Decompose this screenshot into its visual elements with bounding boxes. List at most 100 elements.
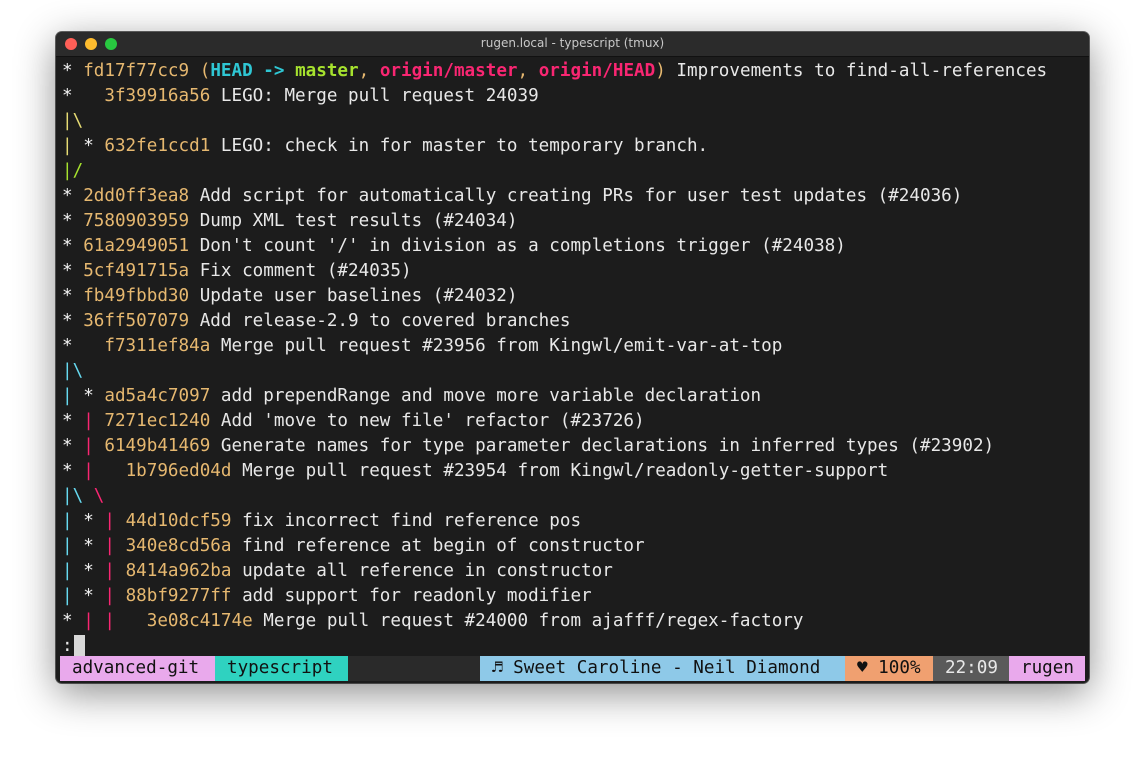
- log-line: | * | 8414a962ba update all reference in…: [62, 559, 1089, 584]
- graph-edge: |\: [62, 486, 94, 506]
- graph-node: *: [62, 286, 84, 306]
- graph-node: *: [62, 436, 84, 456]
- tmux-session-name[interactable]: advanced-git: [60, 656, 215, 681]
- commit-hash: 3f39916a56: [104, 86, 211, 106]
- commit-message: Add release-2.9 to covered branches: [189, 311, 571, 331]
- graph-edge: |\: [62, 111, 84, 131]
- commit-message: LEGO: check in for master to temporary b…: [210, 136, 709, 156]
- commit-message: add support for readonly modifier: [231, 586, 592, 606]
- commit-hash: 61a2949051: [83, 236, 190, 256]
- commit-hash: 1b796ed04d: [125, 461, 232, 481]
- graph-edge: |: [62, 586, 84, 606]
- log-line: * fd17f77cc9 (HEAD -> master, origin/mas…: [62, 59, 1089, 84]
- graph-node: *: [83, 586, 105, 606]
- log-line: * 3f39916a56 LEGO: Merge pull request 24…: [62, 84, 1089, 109]
- commit-hash: fd17f77cc9: [83, 61, 190, 81]
- commit-message: Fix comment (#24035): [189, 261, 412, 281]
- terminal-output[interactable]: * fd17f77cc9 (HEAD -> master, origin/mas…: [62, 59, 1089, 659]
- text-cursor: [73, 635, 85, 657]
- log-line: |/: [62, 159, 1089, 184]
- commit-hash: ad5a4c7097: [104, 386, 211, 406]
- title-bar[interactable]: rugen.local - typescript (tmux): [56, 32, 1089, 57]
- log-line: * | 1b796ed04d Merge pull request #23954…: [62, 459, 1089, 484]
- log-line: * fb49fbbd30 Update user baselines (#240…: [62, 284, 1089, 309]
- graph-node: *: [62, 261, 84, 281]
- log-line: | * | 44d10dcf59 fix incorrect find refe…: [62, 509, 1089, 534]
- log-line: | * | 88bf9277ff add support for readonl…: [62, 584, 1089, 609]
- log-line: |\: [62, 359, 1089, 384]
- log-line: |\: [62, 109, 1089, 134]
- ref-punctuation: (: [189, 61, 211, 81]
- log-line: * 61a2949051 Don't count '/' in division…: [62, 234, 1089, 259]
- graph-edge: |: [62, 536, 84, 556]
- graph-node: *: [62, 311, 84, 331]
- tmux-window-tab-typescript[interactable]: typescript: [215, 656, 348, 681]
- commit-hash: 7271ec1240: [104, 411, 211, 431]
- graph-edge: |: [62, 561, 84, 581]
- graph-edge: |: [62, 386, 84, 406]
- graph-node: *: [83, 511, 105, 531]
- graph-node: *: [62, 186, 84, 206]
- commit-hash: 36ff507079: [83, 311, 190, 331]
- commit-message: Generate names for type parameter declar…: [210, 436, 995, 456]
- window-title: rugen.local - typescript (tmux): [480, 36, 665, 50]
- graph-node: *: [83, 386, 105, 406]
- log-line: | * | 340e8cd56a find reference at begin…: [62, 534, 1089, 559]
- graph-edge: |: [83, 461, 126, 481]
- graph-edge: |: [104, 511, 126, 531]
- log-line: * | | 3e08c4174e Merge pull request #240…: [62, 609, 1089, 634]
- graph-edge: |\: [62, 361, 84, 381]
- graph-node: *: [83, 136, 105, 156]
- commit-message: find reference at begin of constructor: [231, 536, 645, 556]
- graph-edge: |/: [62, 161, 84, 181]
- hostname-status: rugen: [1009, 656, 1085, 681]
- commit-hash: 5cf491715a: [83, 261, 190, 281]
- log-line: * f7311ef84a Merge pull request #23956 f…: [62, 334, 1089, 359]
- graph-node: *: [62, 86, 105, 106]
- graph-node: *: [62, 461, 84, 481]
- commit-hash: 632fe1ccd1: [104, 136, 211, 156]
- now-playing-status: ♬ Sweet Caroline - Neil Diamond: [480, 656, 845, 681]
- log-line: |\ \: [62, 484, 1089, 509]
- graph-node: *: [62, 211, 84, 231]
- commit-message: Add 'move to new file' refactor (#23726): [210, 411, 645, 431]
- clock-status: 22:09: [933, 656, 1009, 681]
- commit-hash: 7580903959: [83, 211, 190, 231]
- graph-edge: |: [62, 511, 84, 531]
- terminal-window: rugen.local - typescript (tmux) * fd17f7…: [56, 32, 1089, 683]
- commit-hash: 8414a962ba: [125, 561, 232, 581]
- commit-hash: 44d10dcf59: [125, 511, 232, 531]
- commit-message: Don't count '/' in division as a complet…: [189, 236, 846, 256]
- battery-status: ♥ 100%: [845, 656, 933, 681]
- graph-node: *: [62, 61, 84, 81]
- log-line: * | 6149b41469 Generate names for type p…: [62, 434, 1089, 459]
- graph-node: *: [62, 611, 84, 631]
- graph-edge: |: [83, 411, 105, 431]
- graph-edge: |: [83, 436, 105, 456]
- log-line: * | 7271ec1240 Add 'move to new file' re…: [62, 409, 1089, 434]
- ref-punctuation: ): [655, 61, 666, 81]
- commit-hash: f7311ef84a: [104, 336, 211, 356]
- remote-ref: origin/HEAD: [538, 61, 656, 81]
- commit-hash: 3e08c4174e: [146, 611, 253, 631]
- commit-hash: 2dd0ff3ea8: [83, 186, 190, 206]
- commit-hash: fb49fbbd30: [83, 286, 190, 306]
- commit-message: Update user baselines (#24032): [189, 286, 518, 306]
- branch-ref: master: [295, 61, 359, 81]
- commit-message: Merge pull request #23954 from Kingwl/re…: [231, 461, 889, 481]
- graph-edge: |: [104, 611, 147, 631]
- remote-ref: origin/master: [379, 61, 518, 81]
- git-log-graph: * fd17f77cc9 (HEAD -> master, origin/mas…: [62, 59, 1089, 634]
- log-line: | * ad5a4c7097 add prependRange and move…: [62, 384, 1089, 409]
- log-line: * 2dd0ff3ea8 Add script for automaticall…: [62, 184, 1089, 209]
- log-line: | * 632fe1ccd1 LEGO: check in for master…: [62, 134, 1089, 159]
- graph-node: *: [83, 561, 105, 581]
- pager-prompt: :: [62, 636, 73, 656]
- commit-message: Merge pull request #24000 from ajafff/re…: [252, 611, 804, 631]
- commit-message: fix incorrect find reference pos: [231, 511, 582, 531]
- log-line: * 7580903959 Dump XML test results (#240…: [62, 209, 1089, 234]
- graph-edge: |: [83, 611, 105, 631]
- commit-hash: 88bf9277ff: [125, 586, 232, 606]
- commit-message: LEGO: Merge pull request 24039: [210, 86, 539, 106]
- commit-message: Improvements to find-all-references: [665, 61, 1048, 81]
